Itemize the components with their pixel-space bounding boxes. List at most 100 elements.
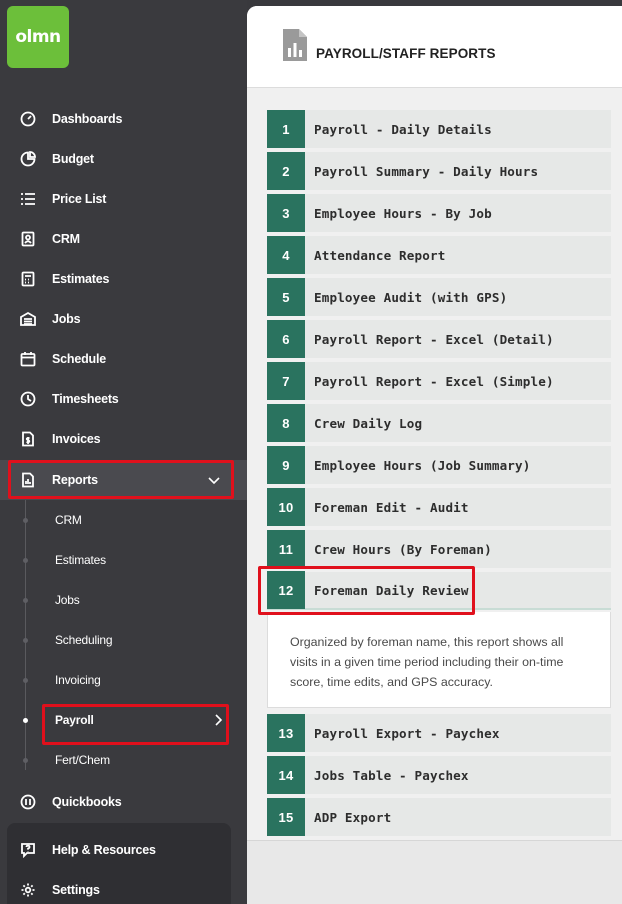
sidebar-subitem-fert-chem[interactable]: Fert/Chem <box>0 740 247 780</box>
sidebar-item-estimates[interactable]: Estimates <box>0 259 247 299</box>
report-row[interactable]: 1 Payroll - Daily Details <box>267 110 611 148</box>
submenu-dot <box>23 597 28 603</box>
report-name: Employee Hours - By Job <box>314 205 492 221</box>
report-name: Payroll Summary - Daily Hours <box>314 163 539 179</box>
report-row[interactable]: 4 Attendance Report <box>267 236 611 274</box>
clock-icon <box>19 390 37 408</box>
report-number: 4 <box>267 236 305 274</box>
page-title: PAYROLL/STAFF REPORTS <box>316 46 496 61</box>
sidebar-item-label: Invoices <box>52 432 101 446</box>
sidebar-subitem-label: Scheduling <box>55 633 113 647</box>
report-name: Jobs Table - Paychex <box>314 767 469 783</box>
logo-text: olmn <box>15 27 61 47</box>
sidebar-item-timesheets[interactable]: Timesheets <box>0 379 247 419</box>
report-name: Foreman Edit - Audit <box>314 499 469 515</box>
report-name: Employee Hours (Job Summary) <box>314 457 531 473</box>
page-footer <box>247 840 622 904</box>
sidebar-item-invoices[interactable]: Invoices <box>0 419 247 459</box>
report-row[interactable]: 11 Crew Hours (By Foreman) <box>267 530 611 568</box>
report-number: 6 <box>267 320 305 358</box>
report-name: Payroll Export - Paychex <box>314 725 500 741</box>
invoice-dollar-icon <box>19 430 37 448</box>
sidebar-item-price-list[interactable]: Price List <box>0 179 247 219</box>
sidebar-subitem-scheduling[interactable]: Scheduling <box>0 620 247 660</box>
report-name: Payroll - Daily Details <box>314 121 492 137</box>
report-name: ADP Export <box>314 809 392 825</box>
page-header: PAYROLL/STAFF REPORTS <box>247 6 622 88</box>
sidebar-subitem-label: CRM <box>55 513 82 527</box>
sidebar-item-quickbooks[interactable]: Quickbooks <box>0 782 247 822</box>
payroll-highlight-box <box>42 704 229 745</box>
calculator-icon <box>19 270 37 288</box>
report-row[interactable]: 8 Crew Daily Log <box>267 404 611 442</box>
sidebar-subitem-crm[interactable]: CRM <box>0 500 247 540</box>
sidebar-item-jobs[interactable]: Jobs <box>0 299 247 339</box>
sidebar-item-label: Help & Resources <box>52 843 156 857</box>
report-number: 13 <box>267 714 305 752</box>
calendar-icon <box>19 350 37 368</box>
submenu-dot <box>23 517 28 523</box>
sidebar-subitem-estimates[interactable]: Estimates <box>0 540 247 580</box>
report-name: Payroll Report - Excel (Simple) <box>314 373 554 389</box>
submenu-dot <box>23 557 28 563</box>
report-name: Attendance Report <box>314 247 446 263</box>
report-name: Crew Hours (By Foreman) <box>314 541 492 557</box>
sidebar-subitem-jobs[interactable]: Jobs <box>0 580 247 620</box>
report-number: 5 <box>267 278 305 316</box>
contact-card-icon <box>19 230 37 248</box>
sidebar-item-dashboards[interactable]: Dashboards <box>0 99 247 139</box>
foreman-review-highlight-box <box>258 566 475 615</box>
document-chart-icon <box>283 29 307 61</box>
sidebar-item-label: CRM <box>52 232 80 246</box>
report-name: Employee Audit (with GPS) <box>314 289 508 305</box>
report-row[interactable]: 15 ADP Export <box>267 798 611 836</box>
report-number: 10 <box>267 488 305 526</box>
report-row[interactable]: 3 Employee Hours - By Job <box>267 194 611 232</box>
sidebar-item-budget[interactable]: Budget <box>0 139 247 179</box>
report-number: 1 <box>267 110 305 148</box>
pie-chart-icon <box>19 150 37 168</box>
report-row[interactable]: 9 Employee Hours (Job Summary) <box>267 446 611 484</box>
submenu-dot <box>23 757 28 763</box>
report-row[interactable]: 7 Payroll Report - Excel (Simple) <box>267 362 611 400</box>
report-row[interactable]: 10 Foreman Edit - Audit <box>267 488 611 526</box>
sidebar-item-label: Timesheets <box>52 392 119 406</box>
report-number: 11 <box>267 530 305 568</box>
sidebar-item-label: Settings <box>52 883 100 897</box>
report-row[interactable]: 2 Payroll Summary - Daily Hours <box>267 152 611 190</box>
report-row[interactable]: 5 Employee Audit (with GPS) <box>267 278 611 316</box>
sidebar-subitem-label: Jobs <box>55 593 80 607</box>
lmn-logo[interactable]: olmn <box>7 6 69 68</box>
report-name: Payroll Report - Excel (Detail) <box>314 331 554 347</box>
sidebar-item-crm[interactable]: CRM <box>0 219 247 259</box>
sidebar-item-label: Schedule <box>52 352 106 366</box>
sidebar-subitem-label: Estimates <box>55 553 106 567</box>
help-chat-icon <box>19 841 37 859</box>
sidebar-item-label: Jobs <box>52 312 81 326</box>
report-row[interactable]: 14 Jobs Table - Paychex <box>267 756 611 794</box>
sidebar-item-help[interactable]: Help & Resources <box>0 830 247 870</box>
sidebar-subitem-invoicing[interactable]: Invoicing <box>0 660 247 700</box>
sidebar: olmn Dashboards Budget Price List CRM Es… <box>0 0 247 904</box>
report-number: 3 <box>267 194 305 232</box>
list-icon <box>19 190 37 208</box>
sidebar-item-schedule[interactable]: Schedule <box>0 339 247 379</box>
sidebar-item-label: Dashboards <box>52 112 123 126</box>
report-number: 8 <box>267 404 305 442</box>
report-name: Crew Daily Log <box>314 415 423 431</box>
report-row[interactable]: 13 Payroll Export - Paychex <box>267 714 611 752</box>
sidebar-item-label: Budget <box>52 152 94 166</box>
submenu-dot-active <box>23 717 28 723</box>
report-number: 7 <box>267 362 305 400</box>
dashboard-gauge-icon <box>19 110 37 128</box>
quickbooks-icon <box>19 793 37 811</box>
gear-icon <box>19 881 37 899</box>
sidebar-item-settings[interactable]: Settings <box>0 870 247 904</box>
sidebar-item-label: Quickbooks <box>52 795 122 809</box>
report-description: Organized by foreman name, this report s… <box>267 612 611 708</box>
reports-highlight-box <box>8 460 234 499</box>
submenu-dot <box>23 677 28 683</box>
report-number: 9 <box>267 446 305 484</box>
report-number: 15 <box>267 798 305 836</box>
report-row[interactable]: 6 Payroll Report - Excel (Detail) <box>267 320 611 358</box>
